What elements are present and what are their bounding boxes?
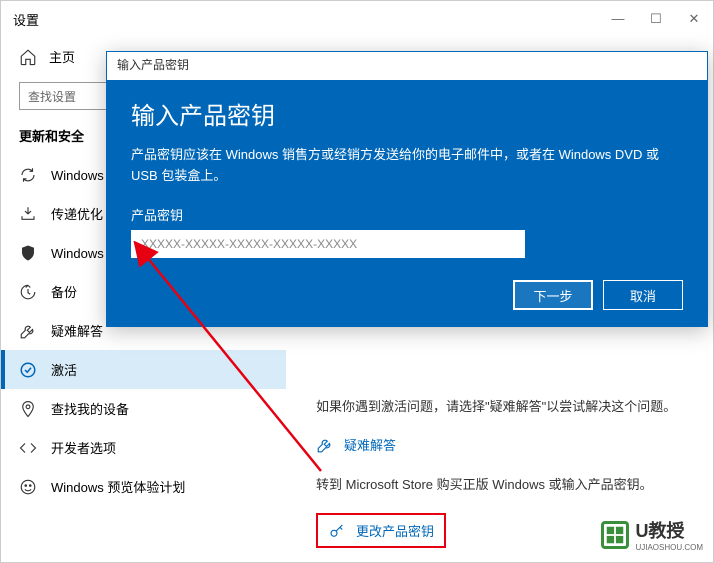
insider-icon xyxy=(19,478,37,496)
nav-label: 激活 xyxy=(51,360,77,379)
store-text: 转到 Microsoft Store 购买正版 Windows 或输入产品密钥。 xyxy=(316,474,693,493)
change-key-link[interactable]: 更改产品密钥 xyxy=(316,513,446,548)
titlebar: 设置 — ☐ ✕ xyxy=(1,1,713,37)
nav-label: 备份 xyxy=(51,282,77,301)
troubleshoot-label: 疑难解答 xyxy=(344,435,396,454)
field-label: 产品密钥 xyxy=(131,205,683,224)
wrench-icon xyxy=(316,436,334,454)
search-placeholder: 查找设置 xyxy=(28,88,76,105)
maximize-button[interactable]: ☐ xyxy=(649,11,663,27)
sidebar-item-findmy[interactable]: 查找我的设备 xyxy=(19,389,286,428)
backup-icon xyxy=(19,283,37,301)
input-placeholder: XXXXX-XXXXX-XXXXX-XXXXX-XXXXX xyxy=(141,237,357,251)
nav-label: 疑难解答 xyxy=(51,321,103,340)
delivery-icon xyxy=(19,205,37,223)
product-key-input[interactable]: XXXXX-XXXXX-XXXXX-XXXXX-XXXXX xyxy=(131,230,525,258)
code-icon xyxy=(19,439,37,457)
minimize-button[interactable]: — xyxy=(611,11,625,27)
sidebar-item-insider[interactable]: Windows 预览体验计划 xyxy=(19,467,286,506)
dialog-body: 输入产品密钥 产品密钥应该在 Windows 销售方或经销方发送给你的电子邮件中… xyxy=(107,80,707,326)
nav-label: Windows 预览体验计划 xyxy=(51,477,185,496)
dialog-title: 输入产品密钥 xyxy=(131,96,683,131)
home-icon xyxy=(19,48,37,66)
dialog-description: 产品密钥应该在 Windows 销售方或经销方发送给你的电子邮件中，或者在 Wi… xyxy=(131,145,683,187)
close-button[interactable]: ✕ xyxy=(687,11,701,27)
home-label: 主页 xyxy=(49,47,75,66)
window-title: 设置 xyxy=(13,10,39,29)
help-text: 如果你遇到激活问题，请选择"疑难解答"以尝试解决这个问题。 xyxy=(316,396,693,415)
logo-text: U教授 xyxy=(635,517,703,543)
watermark-logo: U教授 UJIAOSHOU.COM xyxy=(601,517,703,552)
logo-subtext: UJIAOSHOU.COM xyxy=(635,543,703,552)
key-icon xyxy=(328,522,346,540)
sync-icon xyxy=(19,166,37,184)
dialog-buttons: 下一步 取消 xyxy=(513,280,683,310)
sidebar-item-activation[interactable]: 激活 xyxy=(1,350,286,389)
nav-label: 传递优化 xyxy=(51,204,103,223)
shield-icon xyxy=(19,244,37,262)
wrench-icon xyxy=(19,322,37,340)
logo-badge-icon xyxy=(601,521,629,549)
nav-label: 查找我的设备 xyxy=(51,399,129,418)
dialog-header: 输入产品密钥 xyxy=(107,52,707,80)
change-key-label: 更改产品密钥 xyxy=(356,521,434,540)
sidebar-item-developer[interactable]: 开发者选项 xyxy=(19,428,286,467)
product-key-dialog: 输入产品密钥 输入产品密钥 产品密钥应该在 Windows 销售方或经销方发送给… xyxy=(106,51,708,327)
troubleshoot-link[interactable]: 疑难解答 xyxy=(316,435,693,454)
cancel-button[interactable]: 取消 xyxy=(603,280,683,310)
nav-label: 开发者选项 xyxy=(51,438,116,457)
location-icon xyxy=(19,400,37,418)
window-controls: — ☐ ✕ xyxy=(611,11,701,27)
checkmark-icon xyxy=(19,361,37,379)
next-button[interactable]: 下一步 xyxy=(513,280,593,310)
